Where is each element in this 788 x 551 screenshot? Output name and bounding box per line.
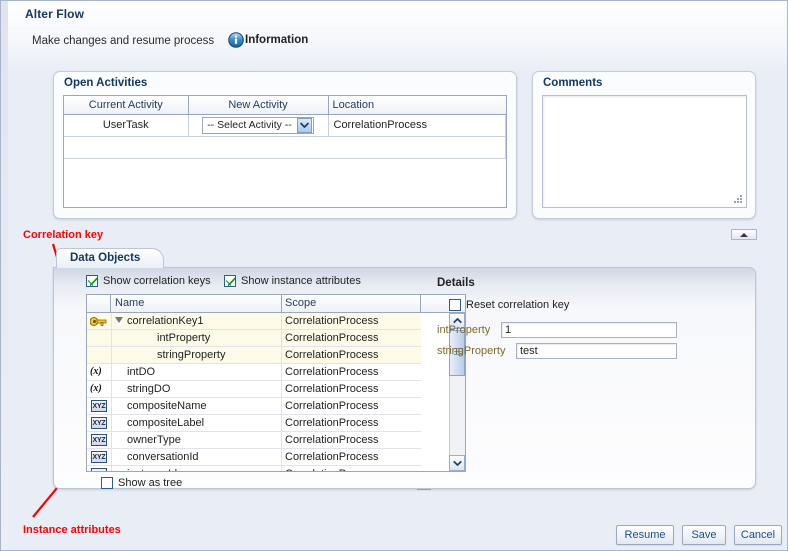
data-objects-row-list: correlationKey1 CorrelationProcess intProp…	[87, 313, 421, 471]
row-name: correlationKey1	[127, 315, 204, 327]
details-title: Details	[437, 277, 475, 289]
table-row[interactable]: XYZ instanceId CorrelationProcess	[87, 466, 421, 471]
xyz-string-icon: XYZ	[89, 467, 109, 471]
show-instance-attributes-checkbox[interactable]	[224, 275, 236, 287]
details-section: Details Reset correlation key intPropert…	[437, 277, 737, 367]
reset-correlation-key-row[interactable]: Reset correlation key	[449, 299, 569, 311]
row-scope: CorrelationProcess	[285, 400, 379, 412]
row-scope: CorrelationProcess	[285, 468, 379, 471]
table-row[interactable]: XYZ compositeLabel CorrelationProcess	[87, 415, 421, 432]
intproperty-label: intProperty	[437, 324, 491, 336]
row-scope: CorrelationProcess	[285, 451, 379, 463]
field-row-stringproperty: stringProperty test	[437, 343, 677, 359]
row-name: intProperty	[157, 332, 211, 344]
data-objects-panel: Show correlation keys Show instance attr…	[53, 267, 756, 489]
variable-x-icon: (x)	[90, 366, 102, 377]
alter-flow-dialog: Alter Flow Make changes and resume proce…	[0, 0, 788, 551]
table-row[interactable]: correlationKey1 CorrelationProcess	[87, 313, 421, 330]
icon-column-header	[87, 295, 111, 312]
table-row[interactable]: (x) intDO CorrelationProcess	[87, 364, 421, 381]
row-name: conversationId	[127, 451, 199, 463]
row-name: compositeName	[127, 400, 207, 412]
table-row[interactable]: XYZ conversationId CorrelationProcess	[87, 449, 421, 466]
row-name: instanceId	[127, 468, 177, 471]
variable-x-icon: (x)	[90, 383, 102, 394]
stringproperty-label: stringProperty	[437, 345, 506, 357]
row-scope: CorrelationProcess	[285, 434, 379, 446]
data-objects-table: Name Scope correlationKey1 CorrelationPro…	[86, 294, 466, 472]
key-icon	[89, 314, 109, 328]
reset-correlation-key-checkbox[interactable]	[449, 299, 461, 311]
stringproperty-input[interactable]: test	[516, 343, 677, 359]
row-name: compositeLabel	[127, 417, 205, 429]
row-icon-none	[89, 348, 109, 362]
row-scope: CorrelationProcess	[285, 349, 379, 361]
show-correlation-keys-label: Show correlation keys	[103, 275, 211, 287]
table-header-row: Name Scope	[87, 295, 465, 313]
column-header-name: Name	[115, 297, 145, 309]
chevron-down-icon[interactable]	[449, 455, 465, 471]
row-scope: CorrelationProcess	[285, 417, 379, 429]
row-scope: CorrelationProcess	[285, 315, 379, 327]
table-row[interactable]: XYZ compositeName CorrelationProcess	[87, 398, 421, 415]
table-row[interactable]: XYZ ownerType CorrelationProcess	[87, 432, 421, 449]
intproperty-input[interactable]: 1	[501, 322, 677, 338]
show-as-tree-row[interactable]: Show as tree	[101, 477, 182, 489]
column-header-scope: Scope	[285, 297, 317, 309]
show-as-tree-checkbox[interactable]	[101, 477, 113, 489]
show-as-tree-label: Show as tree	[118, 477, 183, 489]
tab-data-objects[interactable]: Data Objects	[56, 248, 164, 268]
show-instance-attributes-label: Show instance attributes	[241, 275, 361, 287]
row-icon-none	[89, 331, 109, 345]
table-row[interactable]: stringProperty CorrelationProcess	[87, 347, 421, 364]
row-scope: CorrelationProcess	[285, 383, 379, 395]
show-correlation-keys-checkbox[interactable]	[86, 275, 98, 287]
show-correlation-keys-row[interactable]: Show correlation keys	[86, 275, 211, 287]
row-name: stringDO	[127, 383, 171, 395]
row-name: stringProperty	[157, 349, 226, 361]
row-scope: CorrelationProcess	[285, 332, 379, 344]
row-name: intDO	[127, 366, 156, 378]
reset-correlation-key-label: Reset correlation key	[466, 299, 570, 311]
field-row-intproperty: intProperty 1	[437, 322, 677, 338]
dialog-content: Alter Flow Make changes and resume proce…	[8, 1, 787, 550]
xyz-string-icon: XYZ	[89, 399, 109, 413]
row-scope: CorrelationProcess	[285, 366, 379, 378]
xyz-string-icon: XYZ	[89, 416, 109, 430]
tab-data-objects-label: Data Objects	[70, 252, 141, 264]
expand-collapse-triangle-icon[interactable]	[115, 317, 123, 323]
row-name: ownerType	[127, 434, 181, 446]
show-instance-attributes-row[interactable]: Show instance attributes	[224, 275, 361, 287]
xyz-string-icon: XYZ	[89, 450, 109, 464]
table-row[interactable]: (x) stringDO CorrelationProcess	[87, 381, 421, 398]
xyz-string-icon: XYZ	[89, 433, 109, 447]
table-row[interactable]: intProperty CorrelationProcess	[87, 330, 421, 347]
